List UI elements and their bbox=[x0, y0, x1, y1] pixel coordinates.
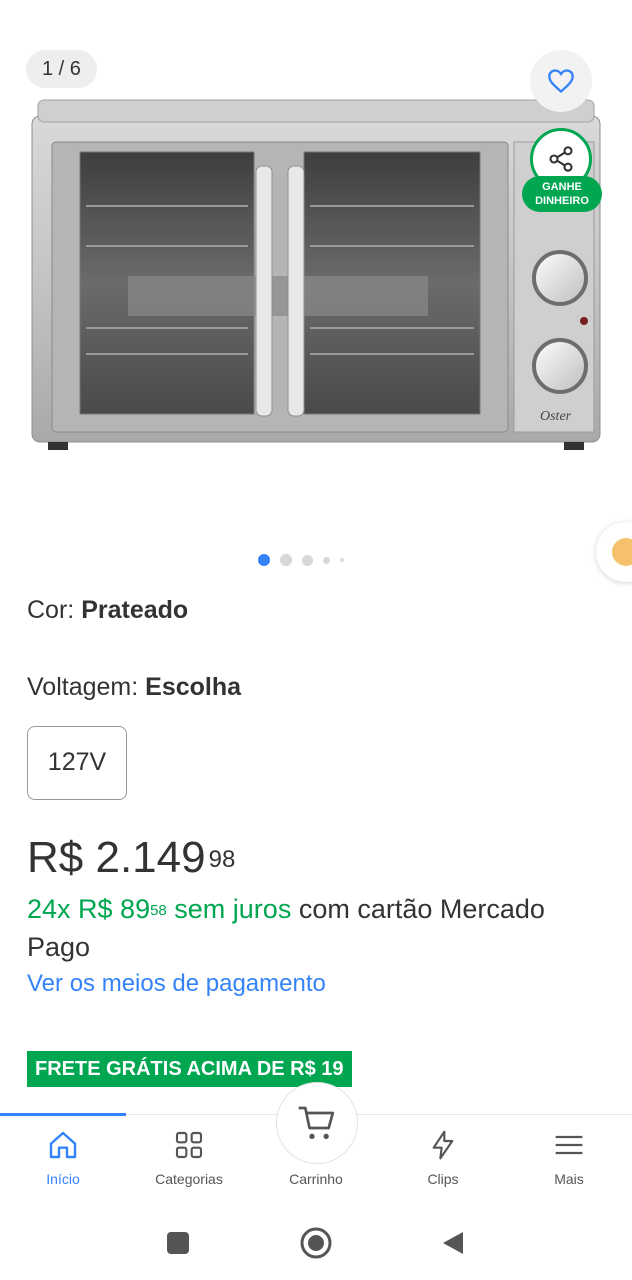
product-gallery[interactable]: Oster 1 / 6 GANHE DINHEIRO bbox=[0, 0, 632, 582]
floating-side-button[interactable] bbox=[596, 522, 632, 582]
price-integer: 2.149 bbox=[95, 833, 206, 882]
product-price: R$ 2.149 98 bbox=[27, 832, 235, 884]
earn-money-badge: GANHE DINHEIRO bbox=[522, 176, 602, 212]
carousel-dot[interactable] bbox=[302, 554, 313, 566]
payment-methods-link[interactable]: Ver os meios de pagamento bbox=[27, 970, 326, 998]
heart-icon bbox=[548, 69, 574, 94]
recents-button[interactable] bbox=[161, 1226, 195, 1260]
nav-label-inicio: Início bbox=[46, 1171, 80, 1187]
installments-amount: 24x R$ 89 bbox=[27, 894, 151, 924]
voltage-value: Escolha bbox=[145, 673, 242, 701]
voltage-option-127v[interactable]: 127V bbox=[27, 726, 127, 800]
square-icon bbox=[167, 1232, 189, 1254]
installments-no-interest: sem juros bbox=[166, 894, 292, 924]
system-navigation-bar bbox=[0, 1204, 632, 1280]
price-currency: R$ bbox=[27, 833, 84, 882]
nav-item-categorias[interactable]: Categorias bbox=[126, 1115, 252, 1205]
nav-item-mais[interactable]: Mais bbox=[506, 1115, 632, 1205]
earn-badge-line2: DINHEIRO bbox=[535, 195, 589, 207]
carousel-dots bbox=[258, 554, 344, 566]
nav-item-inicio[interactable]: Início bbox=[0, 1115, 126, 1205]
voltage-label: Voltagem: bbox=[27, 673, 146, 701]
oven-product-image[interactable]: Oster bbox=[28, 96, 604, 456]
installments-info: 24x R$ 8958 sem juros com cartão Mercado… bbox=[27, 890, 587, 966]
back-triangle-icon bbox=[443, 1232, 463, 1254]
menu-icon bbox=[555, 1135, 583, 1155]
brand-logo: Oster bbox=[540, 409, 572, 424]
nav-label-clips: Clips bbox=[427, 1171, 459, 1187]
carousel-dot-active[interactable] bbox=[258, 554, 270, 566]
cart-icon bbox=[298, 1106, 335, 1139]
carousel-dot[interactable] bbox=[340, 558, 344, 562]
image-counter: 1 / 6 bbox=[26, 50, 97, 88]
color-value: Prateado bbox=[81, 596, 189, 624]
nav-label-categorias: Categorias bbox=[155, 1171, 223, 1187]
favorite-button[interactable] bbox=[530, 50, 592, 112]
nav-item-clips[interactable]: Clips bbox=[380, 1115, 506, 1205]
cart-button[interactable] bbox=[276, 1082, 358, 1164]
circle-icon bbox=[300, 1227, 332, 1259]
installments-cents: 58 bbox=[150, 902, 167, 919]
voltage-selector: Voltagem: Escolha bbox=[27, 673, 241, 702]
color-label: Cor: bbox=[27, 596, 82, 624]
home-icon bbox=[49, 1131, 77, 1159]
grid-icon bbox=[175, 1131, 203, 1159]
carousel-dot[interactable] bbox=[280, 554, 292, 566]
home-system-button[interactable] bbox=[299, 1226, 333, 1260]
free-shipping-badge: FRETE GRÁTIS ACIMA DE R$ 19 bbox=[27, 1051, 352, 1087]
earn-badge-line1: GANHE bbox=[542, 181, 582, 193]
nav-label-mais: Mais bbox=[554, 1171, 584, 1187]
price-cents: 98 bbox=[208, 846, 236, 873]
color-selector[interactable]: Cor: Prateado bbox=[27, 596, 188, 625]
lightning-icon bbox=[432, 1130, 454, 1160]
share-earn-button[interactable]: GANHE DINHEIRO bbox=[522, 128, 602, 212]
share-icon bbox=[549, 146, 573, 172]
back-button[interactable] bbox=[436, 1226, 470, 1260]
carousel-dot[interactable] bbox=[323, 556, 330, 564]
nav-label-carrinho: Carrinho bbox=[289, 1171, 343, 1187]
